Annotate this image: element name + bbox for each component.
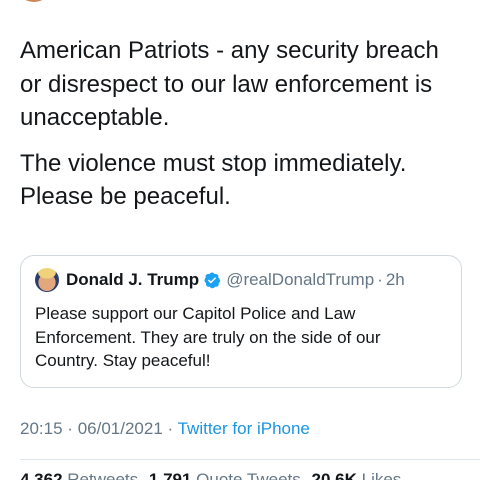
quoted-author-avatar — [35, 268, 59, 292]
separator-dot: · — [167, 419, 174, 438]
divider — [20, 459, 480, 460]
tweet-paragraph: The violence must stop immediately. Plea… — [20, 149, 407, 211]
quoted-tweet-header: Donald J. Trump @realDonaldTrump · 2h — [35, 268, 447, 292]
tweet-paragraph: American Patriots - any security breach … — [20, 37, 439, 131]
engagement-stats: 4,362 Retweets 1,791 Quote Tweets 20.6K … — [20, 469, 401, 480]
author-avatar[interactable] — [16, 0, 52, 2]
quote-tweets-count: 1,791 — [148, 470, 192, 480]
tweet-source-link[interactable]: Twitter for iPhone — [178, 419, 310, 438]
likes-label: Likes — [361, 470, 402, 480]
tweet-time[interactable]: 20:15 — [20, 419, 63, 438]
quoted-tweet-time[interactable]: 2h — [386, 269, 405, 291]
retweets-stat[interactable]: 4,362 Retweets — [20, 470, 138, 480]
quote-tweets-label: Quote Tweets — [196, 470, 301, 480]
retweets-count: 4,362 — [20, 470, 63, 480]
separator-dot: · — [377, 270, 383, 289]
quoted-tweet-text: Please support our Capitol Police and La… — [35, 304, 381, 370]
tweet-detail-view: American Patriots - any security breach … — [0, 0, 480, 480]
quoted-author-name: Donald J. Trump — [66, 270, 200, 289]
tweet-text: American Patriots - any security breach … — [20, 34, 465, 214]
quoted-author-handle[interactable]: @realDonaldTrump — [226, 269, 374, 291]
quote-tweets-stat[interactable]: 1,791 Quote Tweets — [149, 470, 301, 480]
likes-count: 20.6K — [311, 470, 357, 480]
quoted-tweet-card[interactable]: Donald J. Trump @realDonaldTrump · 2h Pl… — [20, 255, 462, 388]
tweet-metadata: 20:15 · 06/01/2021 · Twitter for iPhone — [20, 418, 310, 440]
separator-dot: · — [67, 419, 73, 438]
likes-stat[interactable]: 20.6K Likes — [312, 470, 402, 480]
tweet-date[interactable]: 06/01/2021 — [78, 419, 163, 438]
retweets-label: Retweets — [67, 470, 139, 480]
verified-badge-icon — [203, 271, 221, 289]
